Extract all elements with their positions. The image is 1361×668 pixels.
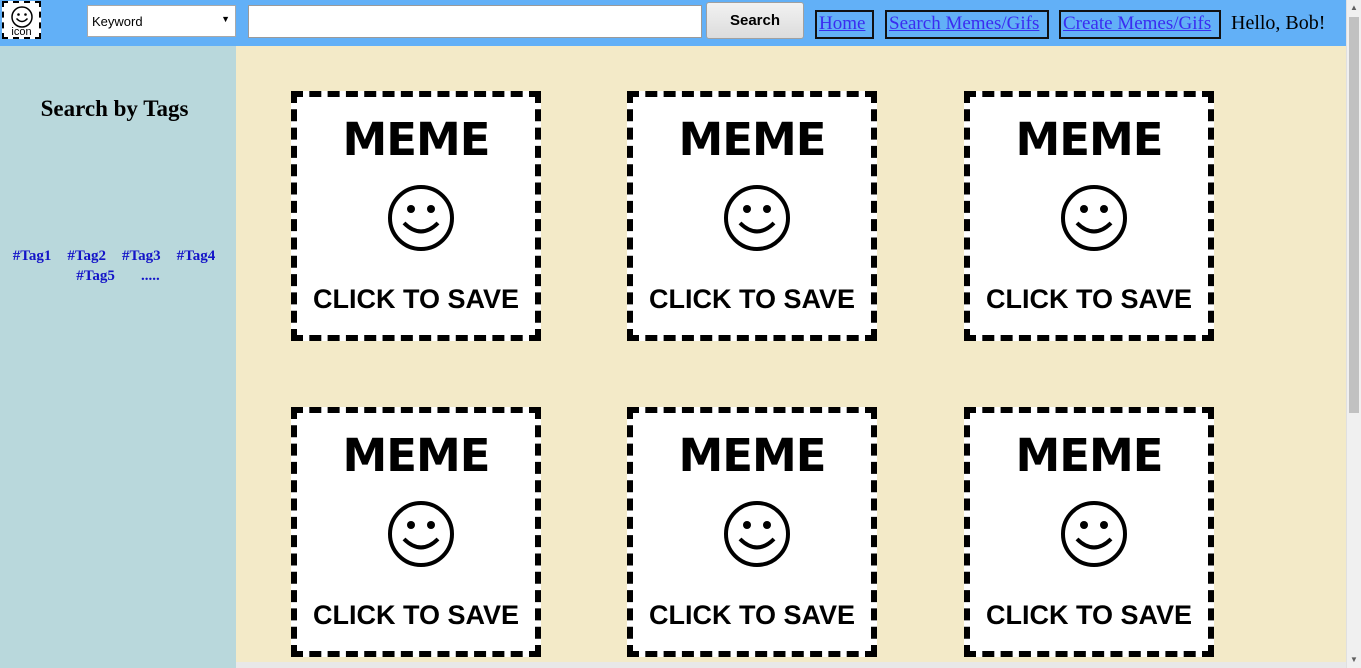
nav-home-link[interactable]: Home — [815, 10, 874, 39]
user-greeting: Hello, Bob! — [1231, 12, 1326, 34]
site-logo[interactable]: icon — [2, 1, 41, 39]
smiley-icon — [724, 185, 790, 251]
vertical-scrollbar[interactable]: ▲ ▼ — [1346, 0, 1361, 668]
smiley-icon — [724, 501, 790, 567]
tag-sidebar: Search by Tags #Tag1 #Tag2 #Tag3 #Tag4 #Tag… — [0, 46, 236, 668]
scroll-up-icon[interactable]: ▲ — [1347, 0, 1361, 16]
click-to-save-label: CLICK TO SAVE — [312, 284, 520, 314]
tag-link[interactable]: #Tag5 — [76, 266, 115, 286]
meme-title: MEME — [678, 113, 826, 166]
logo-label: icon — [11, 26, 32, 38]
tag-link[interactable]: #Tag3 — [122, 246, 161, 266]
smiley-icon — [1061, 185, 1127, 251]
click-to-save-label: CLICK TO SAVE — [985, 284, 1193, 314]
horizontal-scroll-strip — [236, 662, 1346, 668]
tag-list: #Tag1 #Tag2 #Tag3 #Tag4 #Tag5..... — [0, 246, 236, 286]
meme-card[interactable]: MEME CLICK TO SAVE — [291, 407, 541, 657]
meme-title: MEME — [678, 429, 826, 482]
tag-link[interactable]: #Tag1 — [13, 246, 52, 266]
smiley-icon — [388, 185, 454, 251]
meme-title: MEME — [1015, 113, 1163, 166]
meme-title: MEME — [342, 113, 490, 166]
nav-search-memes-link[interactable]: Search Memes/Gifs — [885, 10, 1049, 39]
search-type-select[interactable]: Keyword ▼ — [87, 5, 236, 37]
meme-card[interactable]: MEME CLICK TO SAVE — [964, 91, 1214, 341]
click-to-save-label: CLICK TO SAVE — [648, 600, 856, 630]
tag-link[interactable]: #Tag4 — [177, 246, 216, 266]
tag-more-link[interactable]: ..... — [141, 266, 160, 286]
meme-card[interactable]: MEME CLICK TO SAVE — [627, 407, 877, 657]
nav-create-memes-link[interactable]: Create Memes/Gifs — [1059, 10, 1221, 39]
dropdown-arrow-icon: ▼ — [221, 14, 230, 24]
click-to-save-label: CLICK TO SAVE — [985, 600, 1193, 630]
meme-card[interactable]: MEME CLICK TO SAVE — [964, 407, 1214, 657]
search-button[interactable]: Search — [706, 2, 804, 39]
search-type-value: Keyword — [92, 14, 143, 29]
tag-link[interactable]: #Tag2 — [67, 246, 106, 266]
smiley-icon — [11, 6, 33, 28]
meme-card[interactable]: MEME CLICK TO SAVE — [291, 91, 541, 341]
smiley-icon — [388, 501, 454, 567]
meme-card[interactable]: MEME CLICK TO SAVE — [627, 91, 877, 341]
top-navbar: icon Keyword ▼ Search Home Search Memes/… — [0, 0, 1346, 46]
search-input[interactable] — [248, 5, 702, 38]
smiley-icon — [1061, 501, 1127, 567]
meme-title: MEME — [342, 429, 490, 482]
meme-title: MEME — [1015, 429, 1163, 482]
scrollbar-thumb[interactable] — [1349, 17, 1359, 413]
scroll-down-icon[interactable]: ▼ — [1347, 652, 1361, 668]
click-to-save-label: CLICK TO SAVE — [648, 284, 856, 314]
sidebar-title: Search by Tags — [40, 96, 189, 121]
click-to-save-label: CLICK TO SAVE — [312, 600, 520, 630]
